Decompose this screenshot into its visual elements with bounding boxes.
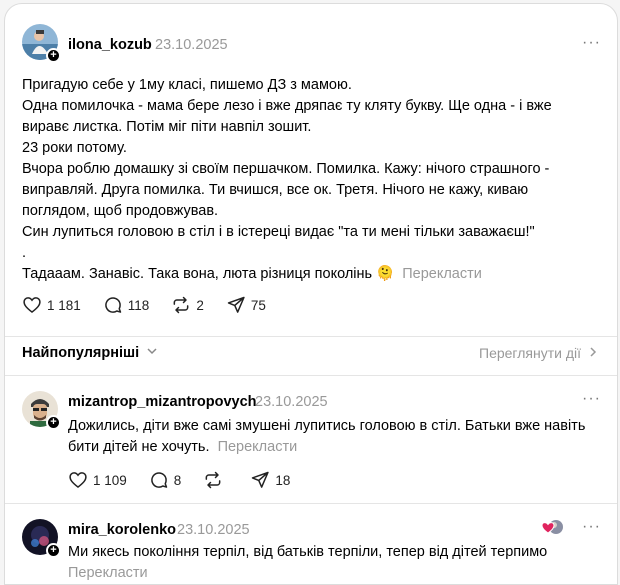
post-line: Одна помилочка - мама бере лезо і вже др… (22, 98, 552, 114)
chevron-right-icon (590, 347, 596, 357)
share-button[interactable]: 18 (250, 470, 290, 490)
reply-username[interactable]: mizantrop_mizantropovych (68, 394, 257, 410)
reply-date[interactable]: 23.10.2025 (177, 522, 250, 538)
repost-icon (173, 296, 189, 314)
reply-body: Дожились, діти вже самі змушені лупитись… (68, 416, 585, 458)
post-line: Тадааам. Занавіс. Така вона, люта різниц… (22, 266, 395, 282)
post-line: виравє листка. Потім міг піти навпіл зош… (22, 119, 312, 135)
sort-label: Найпопулярніші (22, 345, 140, 361)
post-line: . (22, 245, 27, 261)
reply-actions: 1 109 8 18 (68, 470, 312, 490)
thread-card: + ilona_kozub 23.10.2025 ··· Пригадую се… (4, 3, 618, 585)
translate-link[interactable]: Перекласти (68, 565, 148, 581)
view-activity-label: Переглянути дії (479, 345, 581, 361)
more-options-icon[interactable]: ··· (582, 390, 601, 408)
translate-link[interactable]: Перекласти (402, 266, 482, 282)
author-heart-icon (541, 520, 563, 534)
reply-line: Ми якесь покоління терпіл, від батьків т… (68, 544, 548, 560)
reply-line: бити дітей не хочуть. (68, 439, 210, 455)
share-icon (227, 296, 245, 313)
view-activity-link[interactable]: Переглянути дії (479, 345, 598, 361)
post-body: Пригадую себе у 1му класі, пишемо ДЗ з м… (22, 75, 552, 285)
comment-icon (104, 297, 122, 313)
author-liked-badge (541, 518, 565, 541)
chevron-down-icon (147, 348, 157, 355)
post-line: 23 роки потому. (22, 140, 127, 156)
like-button[interactable]: 1 109 (68, 470, 127, 490)
comment-count: 118 (127, 297, 150, 313)
repost-button[interactable]: 2 (171, 295, 204, 315)
heart-icon (69, 472, 87, 489)
reply-body: Ми якесь покоління терпіл, від батьків т… (68, 542, 547, 584)
post-line: Вчора роблю домашку зі своїм першачком. … (22, 161, 550, 177)
divider (5, 503, 617, 504)
like-count: 1 181 (47, 297, 81, 313)
post-line: Син лупиться головою в стіл і в істереці… (22, 224, 535, 240)
share-count: 18 (275, 472, 291, 488)
more-options-icon[interactable]: ··· (582, 34, 601, 52)
sort-dropdown[interactable]: Найпопулярніші (22, 345, 158, 361)
reply-username[interactable]: mira_korolenko (68, 522, 176, 538)
post-username[interactable]: ilona_kozub (68, 37, 152, 53)
like-count: 1 109 (93, 472, 127, 488)
post-line: поглядом, щоб продовжував. (22, 203, 219, 219)
heart-icon (23, 297, 41, 314)
translate-link[interactable]: Перекласти (218, 439, 298, 455)
repost-icon (205, 471, 221, 489)
reply-date[interactable]: 23.10.2025 (255, 394, 328, 410)
share-icon (252, 471, 269, 488)
reply-avatar[interactable]: + (22, 519, 61, 558)
post-line: Пригадую себе у 1му класі, пишемо ДЗ з м… (22, 77, 352, 93)
comment-icon (150, 472, 168, 488)
divider (5, 336, 617, 337)
share-count: 75 (250, 297, 266, 313)
comment-button[interactable]: 8 (149, 470, 182, 490)
divider (5, 375, 617, 376)
post-line: виправляй. Друга помилка. Ти вчишся, все… (22, 182, 529, 198)
post-actions: 1 181 118 2 75 (22, 295, 288, 315)
reply-line: Дожились, діти вже самі змушені лупитись… (68, 418, 586, 434)
reply-avatar[interactable]: + (22, 391, 61, 430)
post-avatar[interactable]: + (22, 24, 61, 63)
repost-count: 2 (196, 297, 204, 313)
follow-plus-icon[interactable]: + (46, 48, 61, 63)
follow-plus-icon[interactable]: + (46, 543, 61, 558)
post-date[interactable]: 23.10.2025 (155, 37, 228, 53)
comment-button[interactable]: 118 (103, 295, 150, 315)
comment-count: 8 (173, 472, 182, 488)
repost-button[interactable] (203, 470, 228, 490)
more-options-icon[interactable]: ··· (582, 518, 601, 536)
like-button[interactable]: 1 181 (22, 295, 81, 315)
follow-plus-icon[interactable]: + (46, 415, 61, 430)
share-button[interactable]: 75 (226, 295, 266, 315)
